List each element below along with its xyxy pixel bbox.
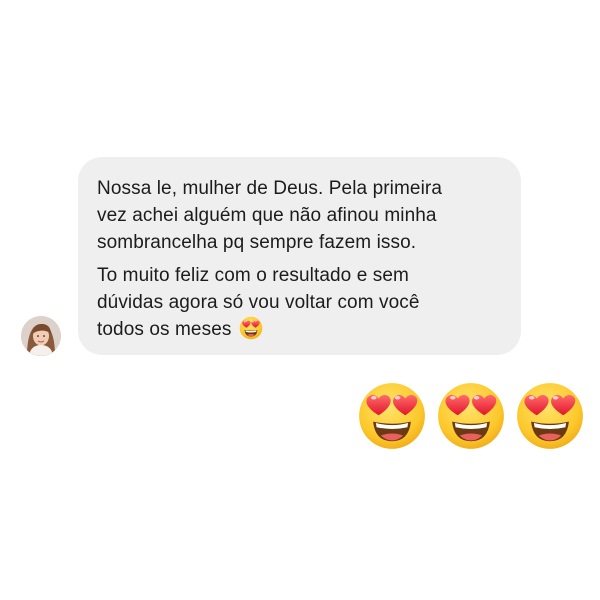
heart-eyes-emoji-icon[interactable]	[436, 381, 506, 451]
heart-eyes-emoji-icon	[239, 316, 263, 340]
heart-eyes-emoji-icon[interactable]	[357, 381, 427, 451]
message-line: To muito feliz com o resultado e sem	[97, 265, 409, 286]
heart-eyes-emoji-icon[interactable]	[515, 381, 585, 451]
message-line-last: todos os meses	[97, 316, 503, 343]
message-bubble[interactable]: Nossa le, mulher de Deus. Pela primeira …	[78, 157, 521, 355]
avatar[interactable]	[21, 316, 61, 356]
avatar-photo	[21, 316, 61, 356]
message-line: dúvidas agora só vou voltar com você	[97, 292, 420, 313]
message-line: Nossa le, mulher de Deus. Pela primeira	[97, 178, 442, 199]
emoji-reactions	[357, 381, 585, 451]
message-line-text: todos os meses	[97, 319, 232, 340]
message-line: vez achei alguém que não afinou minha	[97, 205, 437, 226]
message-line: sombrancelha pq sempre fazem isso.	[97, 232, 417, 253]
